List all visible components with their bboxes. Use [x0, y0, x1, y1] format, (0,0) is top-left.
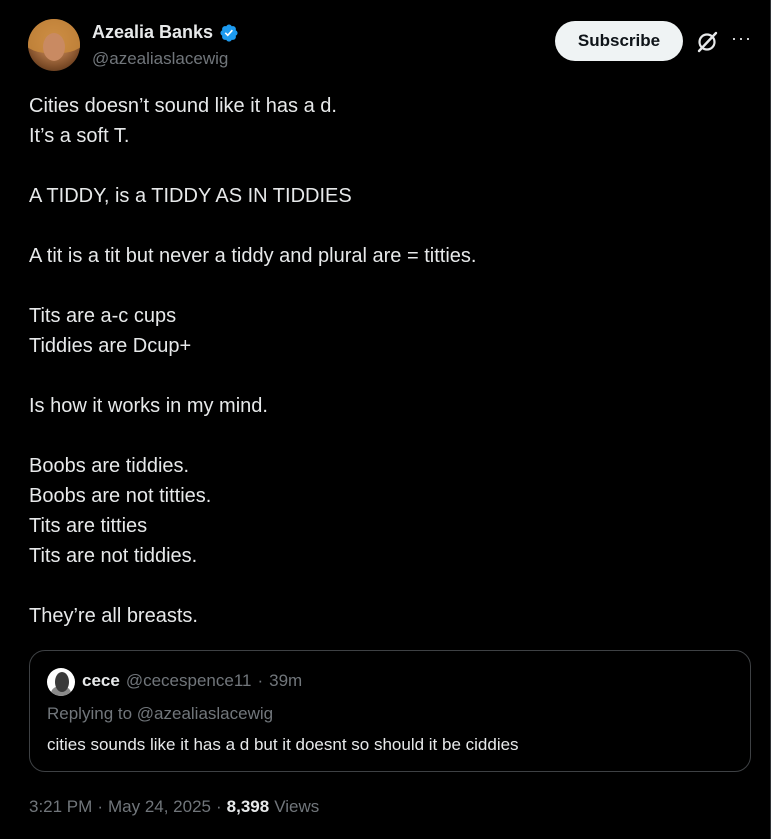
grok-icon[interactable]	[695, 30, 719, 54]
tweet: Azealia Banks @azealiaslacewig Subscribe…	[0, 0, 771, 839]
quoted-avatar[interactable]	[47, 668, 75, 696]
meta-separator: ·	[216, 797, 222, 816]
quoted-header: cece @cecespence11 · 39m	[82, 671, 302, 691]
quoted-text: cities sounds like it has a d but it doe…	[47, 735, 519, 754]
quoted-separator: ·	[257, 671, 264, 690]
quoted-time[interactable]: 39m	[269, 671, 302, 691]
views-count: 8,398	[226, 797, 270, 816]
tweet-date[interactable]: May 24, 2025	[108, 797, 211, 817]
quoted-handle[interactable]: @cecespence11	[126, 671, 252, 691]
more-icon[interactable]: ···	[731, 28, 752, 49]
author-handle[interactable]: @azealiaslacewig	[92, 49, 228, 69]
subscribe-button[interactable]: Subscribe	[555, 21, 683, 61]
author-name-row[interactable]: Azealia Banks	[92, 22, 239, 43]
avatar[interactable]	[28, 19, 80, 71]
tweet-text: Cities doesn’t sound like it has a d. It…	[29, 95, 477, 627]
author-display-name[interactable]: Azealia Banks	[92, 22, 213, 43]
quoted-tweet[interactable]: cece @cecespence11 · 39m Replying to @az…	[29, 650, 751, 772]
verified-badge-icon	[220, 23, 238, 42]
tweet-time[interactable]: 3:21 PM	[29, 797, 92, 817]
views-label: Views	[274, 797, 320, 816]
meta-separator: ·	[97, 797, 103, 816]
tweet-meta: 3:21 PM · May 24, 2025 · 8,398 Views	[29, 797, 319, 817]
quoted-replying-to: Replying to @azealiaslacewig	[47, 704, 274, 723]
quoted-name[interactable]: cece	[82, 671, 120, 691]
